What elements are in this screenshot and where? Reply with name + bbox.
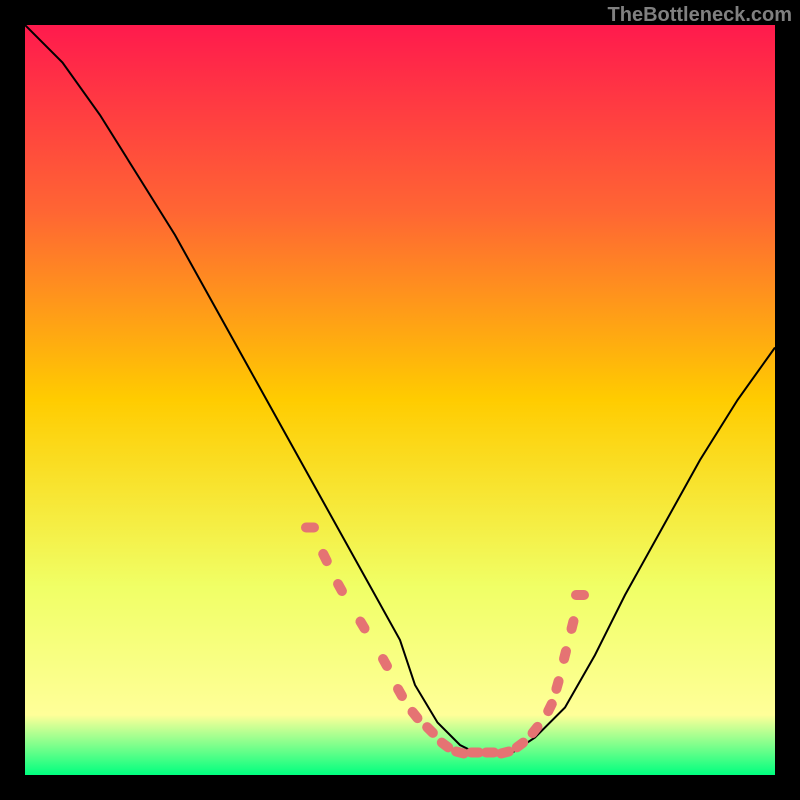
watermark-text: TheBottleneck.com [608,4,792,27]
chart-background [25,25,775,775]
data-marker [301,523,319,533]
chart-plot [25,25,775,775]
data-marker [571,590,589,600]
